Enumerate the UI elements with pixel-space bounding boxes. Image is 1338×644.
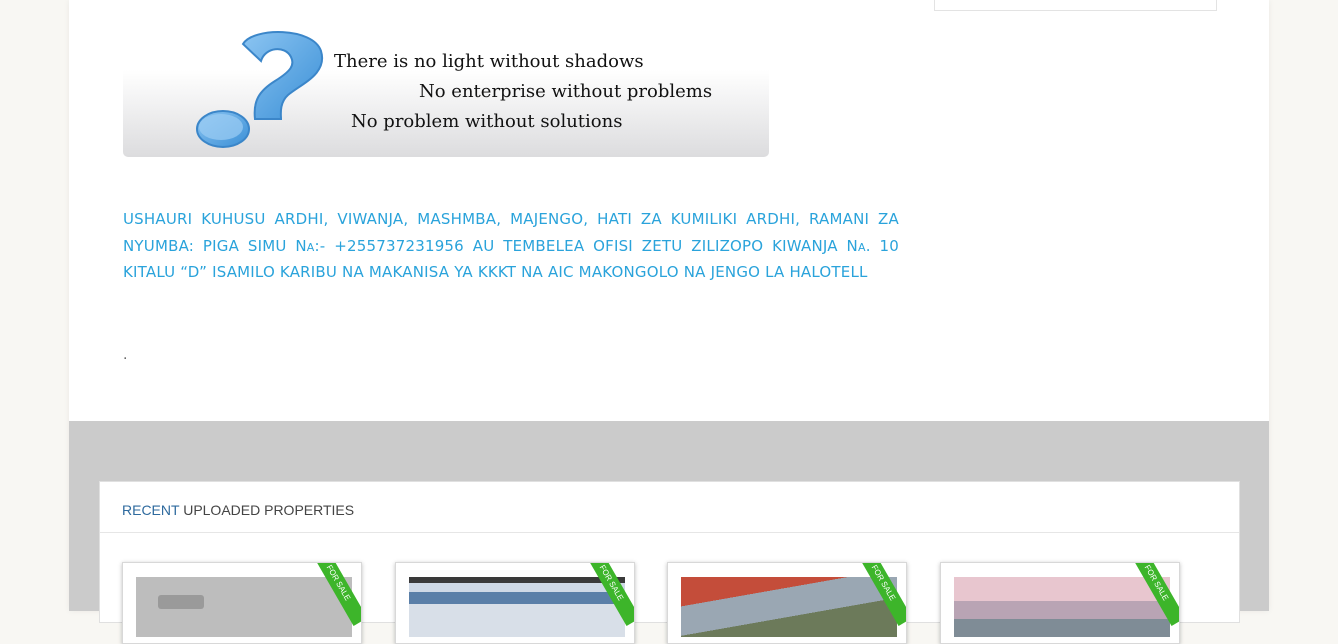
property-thumbnail[interactable] [954, 577, 1170, 637]
property-card[interactable]: FOR SALE [395, 562, 635, 644]
recent-properties-panel: RECENT UPLOADED PROPERTIES FOR SALE FOR … [99, 481, 1240, 644]
property-card[interactable]: FOR SALE [122, 562, 362, 644]
problem-solution-banner: There is no light without shadows No ent… [123, 29, 769, 157]
contact-info-text: USHAURI KUHUSU ARDHI, VIWANJA, MASHMBA, … [123, 210, 899, 281]
section-title-rest: UPLOADED PROPERTIES [179, 502, 355, 518]
separator-dot: . [123, 346, 128, 363]
property-card[interactable]: FOR SALE [940, 562, 1180, 644]
section-title-accent: RECENT [122, 502, 180, 518]
property-thumbnail[interactable] [681, 577, 897, 637]
banner-line-1: There is no light without shadows [334, 51, 644, 72]
property-thumbnail[interactable] [136, 577, 352, 637]
recent-properties-section: RECENT UPLOADED PROPERTIES FOR SALE FOR … [69, 421, 1269, 644]
property-card[interactable]: FOR SALE [667, 562, 907, 644]
section-title: RECENT UPLOADED PROPERTIES [122, 502, 354, 518]
main-content: There is no light without shadows No ent… [69, 0, 1269, 644]
property-thumbnail[interactable] [409, 577, 625, 637]
divider [100, 532, 1239, 533]
sidebar-widget [934, 0, 1217, 11]
banner-line-3: No problem without solutions [351, 111, 623, 132]
question-mark-icon [196, 31, 324, 148]
banner-line-2: No enterprise without problems [419, 81, 713, 102]
